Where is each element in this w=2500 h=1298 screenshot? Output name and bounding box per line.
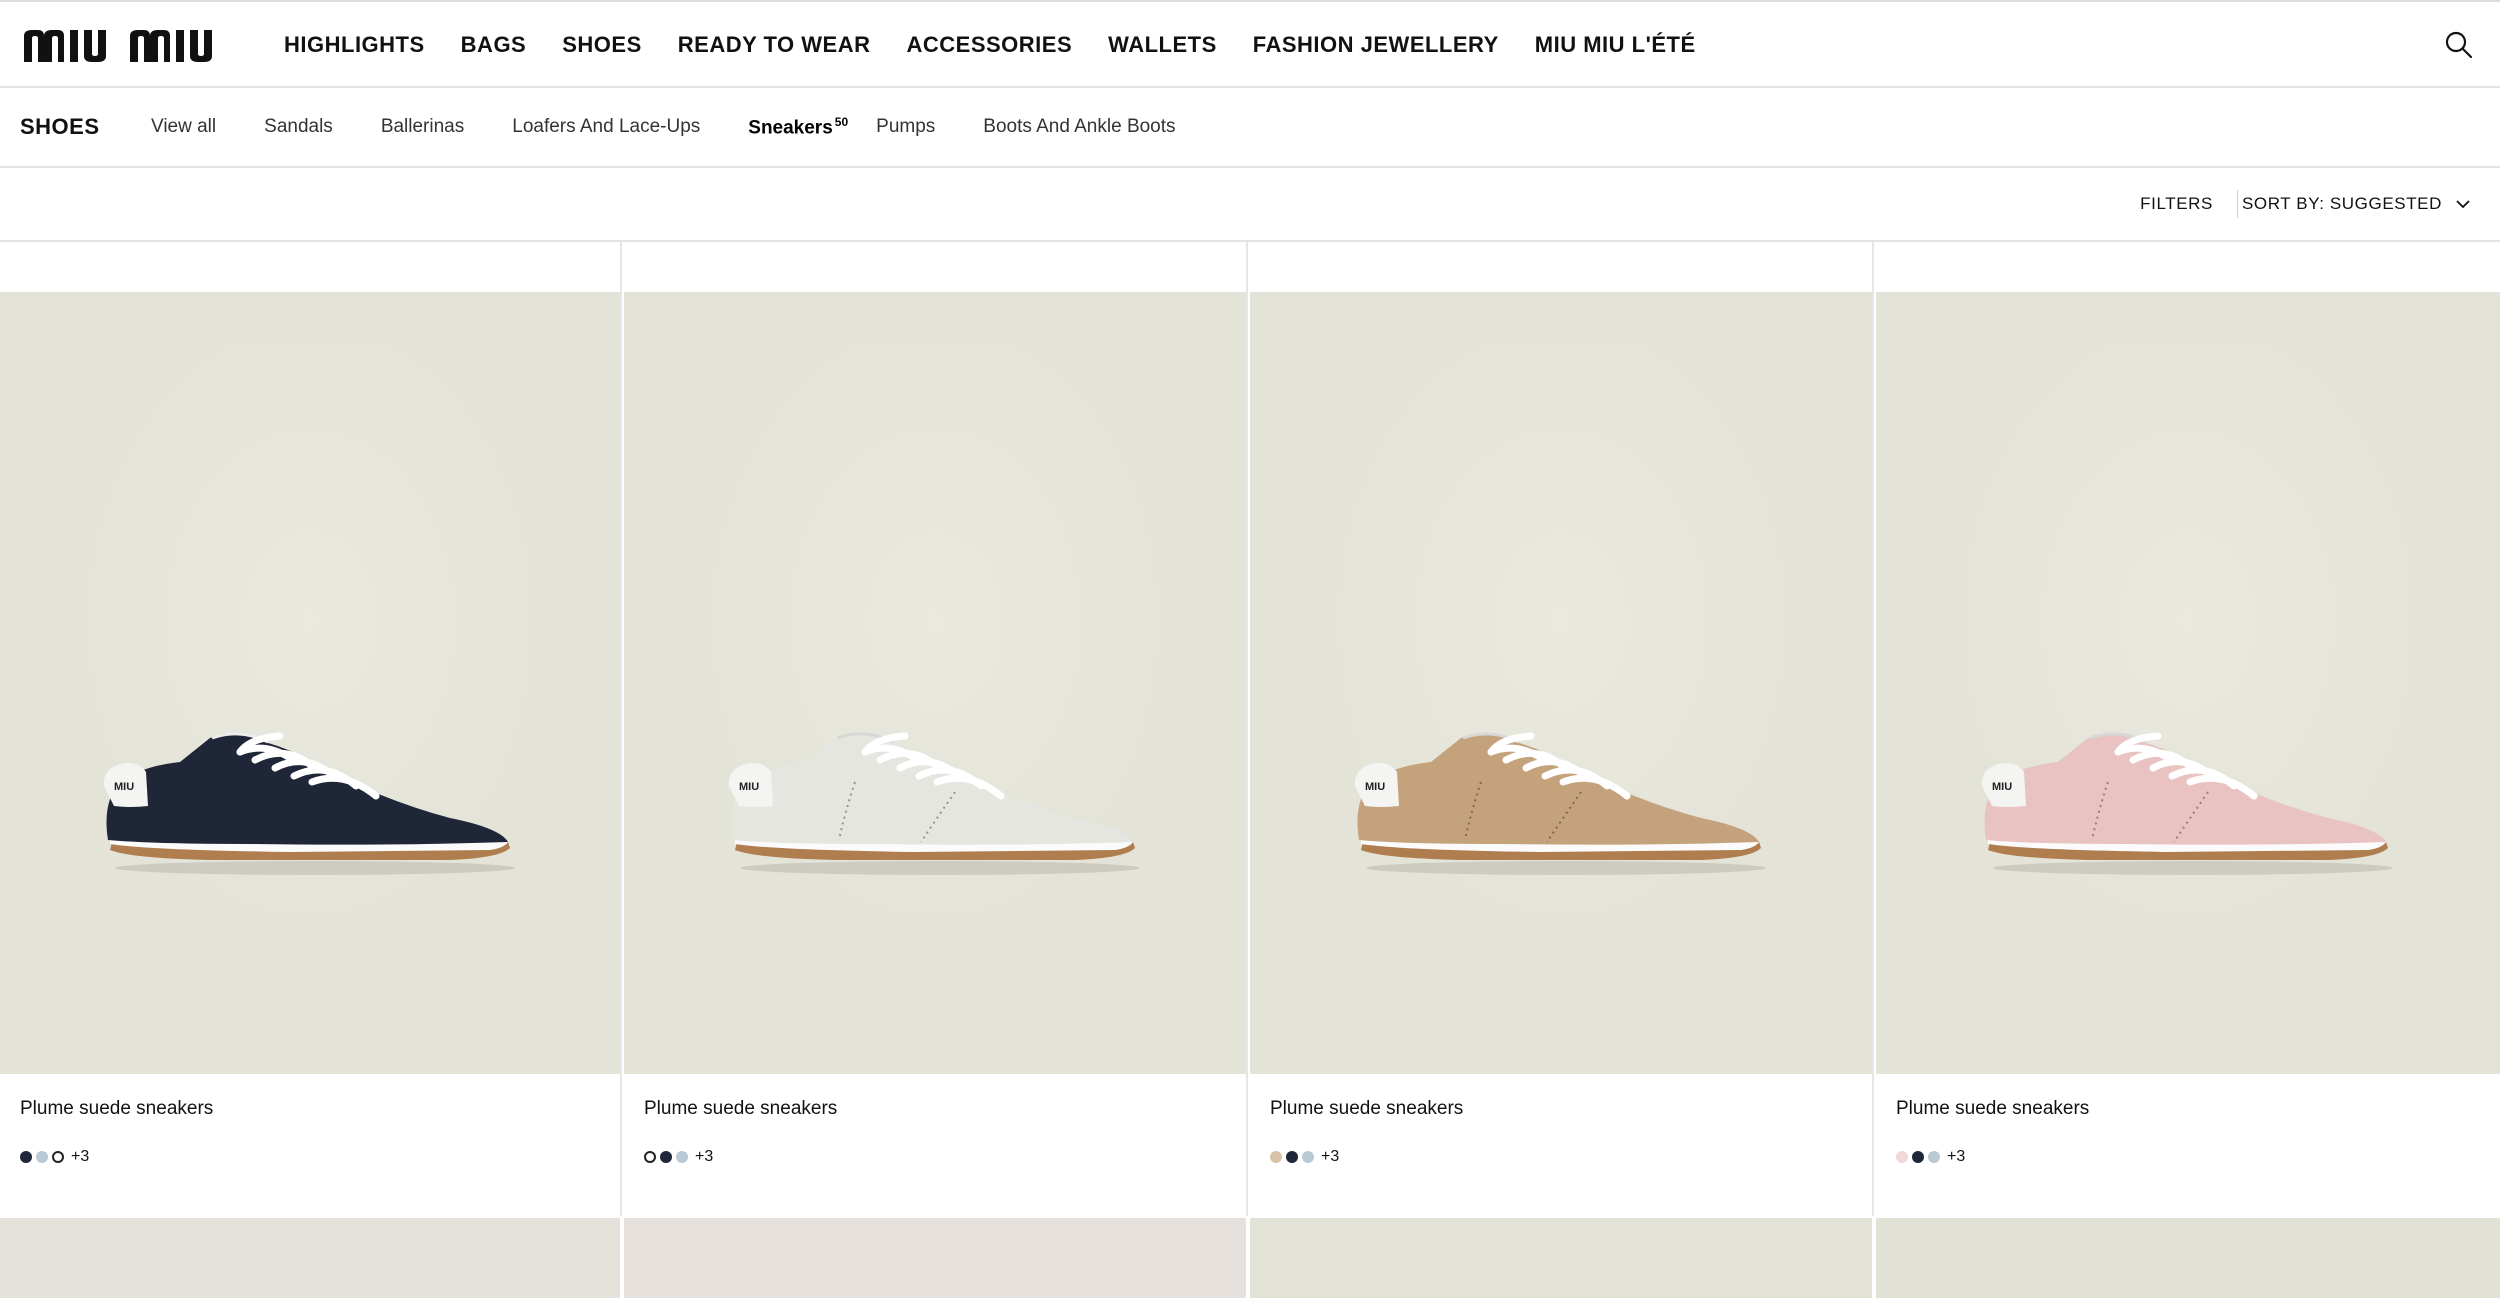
- product-card[interactable]: MIU Plume suede sneakers +3: [624, 242, 1248, 1216]
- product-image[interactable]: MIU: [1876, 292, 2500, 1074]
- subcategory-sneakers-label: Sneakers: [748, 117, 833, 139]
- nav-wallets[interactable]: WALLETS: [1108, 32, 1217, 58]
- product-image[interactable]: MIU: [0, 292, 620, 1074]
- product-grid: MIU Plume suede sneakers +3 MIU Plume su…: [0, 242, 2500, 1298]
- product-name[interactable]: Plume suede sneakers: [1270, 1098, 1463, 1120]
- category-subnav: SHOES View all Sandals Ballerinas Loafer…: [0, 88, 2500, 168]
- subcategory-boots-ankle-boots[interactable]: Boots And Ankle Boots: [983, 116, 1175, 138]
- miu-miu-logo[interactable]: [22, 26, 247, 66]
- sneaker-image: MIU: [1981, 732, 2393, 875]
- next-row-product-image[interactable]: [1876, 1218, 2500, 1298]
- subcategory-loafers-lace-ups[interactable]: Loafers And Lace-Ups: [512, 116, 700, 138]
- color-swatches: +3: [20, 1148, 89, 1166]
- main-nav: HIGHLIGHTS BAGS SHOES READY TO WEAR ACCE…: [284, 2, 1732, 88]
- more-colors-count[interactable]: +3: [1947, 1148, 1965, 1166]
- product-image[interactable]: MIU: [1250, 292, 1872, 1074]
- subcategory-ballerinas[interactable]: Ballerinas: [381, 116, 464, 138]
- product-card[interactable]: MIU Plume suede sneakers +3: [1250, 242, 1874, 1216]
- listing-toolbar: FILTERS SORT BY: SUGGESTED: [0, 168, 2500, 242]
- svg-text:MIU: MIU: [114, 781, 134, 793]
- next-row-product-image[interactable]: [0, 1218, 620, 1298]
- color-swatch[interactable]: [660, 1151, 672, 1163]
- color-swatch[interactable]: [1302, 1151, 1314, 1163]
- sort-dropdown[interactable]: SORT BY: SUGGESTED: [2242, 194, 2470, 214]
- product-image[interactable]: MIU: [624, 292, 1246, 1074]
- sneaker-image: MIU: [1354, 732, 1766, 875]
- subcategory-view-all[interactable]: View all: [151, 116, 216, 138]
- nav-highlights[interactable]: HIGHLIGHTS: [284, 32, 425, 58]
- nav-fashion-jewellery[interactable]: FASHION JEWELLERY: [1253, 32, 1499, 58]
- subcategory-sneakers[interactable]: Sneakers 50: [748, 115, 848, 139]
- more-colors-count[interactable]: +3: [71, 1148, 89, 1166]
- product-name[interactable]: Plume suede sneakers: [1896, 1098, 2089, 1120]
- nav-miu-miu-lete[interactable]: MIU MIU L'ÉTÉ: [1535, 32, 1696, 58]
- color-swatch[interactable]: [676, 1151, 688, 1163]
- category-title: SHOES: [20, 114, 100, 139]
- product-name[interactable]: Plume suede sneakers: [644, 1098, 837, 1120]
- color-swatches: +3: [1270, 1148, 1339, 1166]
- more-colors-count[interactable]: +3: [1321, 1148, 1339, 1166]
- nav-bags[interactable]: BAGS: [461, 32, 527, 58]
- product-name[interactable]: Plume suede sneakers: [20, 1098, 213, 1120]
- color-swatch[interactable]: [52, 1151, 64, 1163]
- nav-shoes[interactable]: SHOES: [562, 32, 642, 58]
- top-header: HIGHLIGHTS BAGS SHOES READY TO WEAR ACCE…: [0, 0, 2500, 88]
- color-swatch[interactable]: [36, 1151, 48, 1163]
- color-swatches: +3: [644, 1148, 713, 1166]
- next-row-product-image[interactable]: [624, 1218, 1246, 1298]
- product-card[interactable]: MIU Plume suede sneakers +3: [0, 242, 622, 1216]
- sneaker-image: MIU: [103, 732, 515, 875]
- subcategory-pumps[interactable]: Pumps: [876, 116, 935, 138]
- more-colors-count[interactable]: +3: [695, 1148, 713, 1166]
- svg-text:MIU: MIU: [739, 781, 759, 793]
- sneakers-count: 50: [834, 114, 849, 129]
- search-icon[interactable]: [2444, 30, 2474, 60]
- product-card[interactable]: MIU Plume suede sneakers +3: [1876, 242, 2500, 1216]
- next-row-product-image[interactable]: [1250, 1218, 1872, 1298]
- color-swatch[interactable]: [1286, 1151, 1298, 1163]
- sort-label: SORT BY: SUGGESTED: [2241, 194, 2442, 213]
- color-swatch[interactable]: [20, 1151, 32, 1163]
- nav-ready-to-wear[interactable]: READY TO WEAR: [678, 32, 871, 58]
- color-swatches: +3: [1896, 1148, 1965, 1166]
- sneaker-image: MIU: [728, 732, 1140, 875]
- color-swatch[interactable]: [1928, 1151, 1940, 1163]
- color-swatch[interactable]: [644, 1151, 656, 1163]
- subcategory-list: View all Sandals Ballerinas Loafers And …: [151, 88, 1224, 166]
- color-swatch[interactable]: [1912, 1151, 1924, 1163]
- toolbar-divider: [2237, 190, 2238, 218]
- svg-text:MIU: MIU: [1365, 781, 1385, 793]
- subcategory-sandals[interactable]: Sandals: [264, 116, 333, 138]
- color-swatch[interactable]: [1896, 1151, 1908, 1163]
- filters-button[interactable]: FILTERS: [2140, 194, 2213, 214]
- nav-accessories[interactable]: ACCESSORIES: [906, 32, 1072, 58]
- color-swatch[interactable]: [1270, 1151, 1282, 1163]
- svg-text:MIU: MIU: [1992, 781, 2012, 793]
- chevron-down-icon: [2456, 200, 2470, 209]
